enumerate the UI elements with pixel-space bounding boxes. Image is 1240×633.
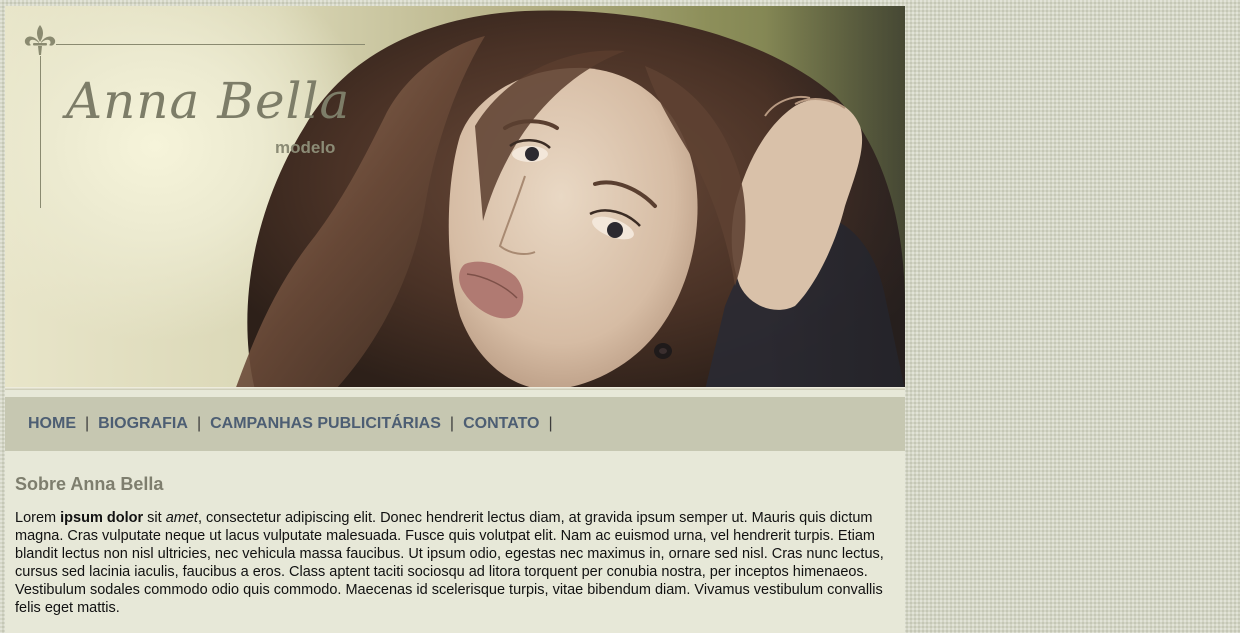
section-heading: Sobre Anna Bella: [15, 474, 164, 494]
logo-horizontal-rule: [56, 44, 365, 45]
header-banner: Anna Bella modelo: [5, 6, 905, 390]
brand-logo[interactable]: Anna Bella modelo: [22, 22, 372, 212]
brand-subtitle: modelo: [275, 138, 336, 157]
fleur-de-lis-icon: [24, 25, 56, 55]
nav-contato-link[interactable]: CONTATO: [463, 415, 539, 433]
brand-name: Anna Bella: [66, 72, 351, 130]
page-container: Anna Bella modelo HOME | BIOGRAFIA | CAM…: [5, 6, 905, 633]
header-divider: [5, 387, 905, 390]
nav-biografia-link[interactable]: BIOGRAFIA: [98, 415, 188, 433]
about-paragraph: Lorem ipsum dolor sit amet, consectetur …: [15, 509, 897, 617]
nav-separator: |: [85, 415, 90, 432]
about-section: Sobre Anna Bella Lorem ipsum dolor sit a…: [15, 474, 897, 617]
nav-separator: |: [548, 415, 553, 432]
paragraph-text: Lorem: [15, 510, 61, 526]
paragraph-bold-text: ipsum dolor: [60, 510, 144, 526]
nav-home-link[interactable]: HOME: [28, 415, 76, 433]
nav-separator: |: [449, 415, 455, 432]
main-navigation: HOME | BIOGRAFIA | CAMPANHAS PUBLICITÁRI…: [5, 397, 905, 451]
paragraph-text: sit: [143, 510, 166, 526]
nav-campanhas-link[interactable]: CAMPANHAS PUBLICITÁRIAS: [210, 415, 441, 433]
logo-vertical-rule: [40, 56, 41, 208]
nav-separator: |: [196, 415, 202, 432]
paragraph-italic-text: amet: [165, 510, 198, 526]
